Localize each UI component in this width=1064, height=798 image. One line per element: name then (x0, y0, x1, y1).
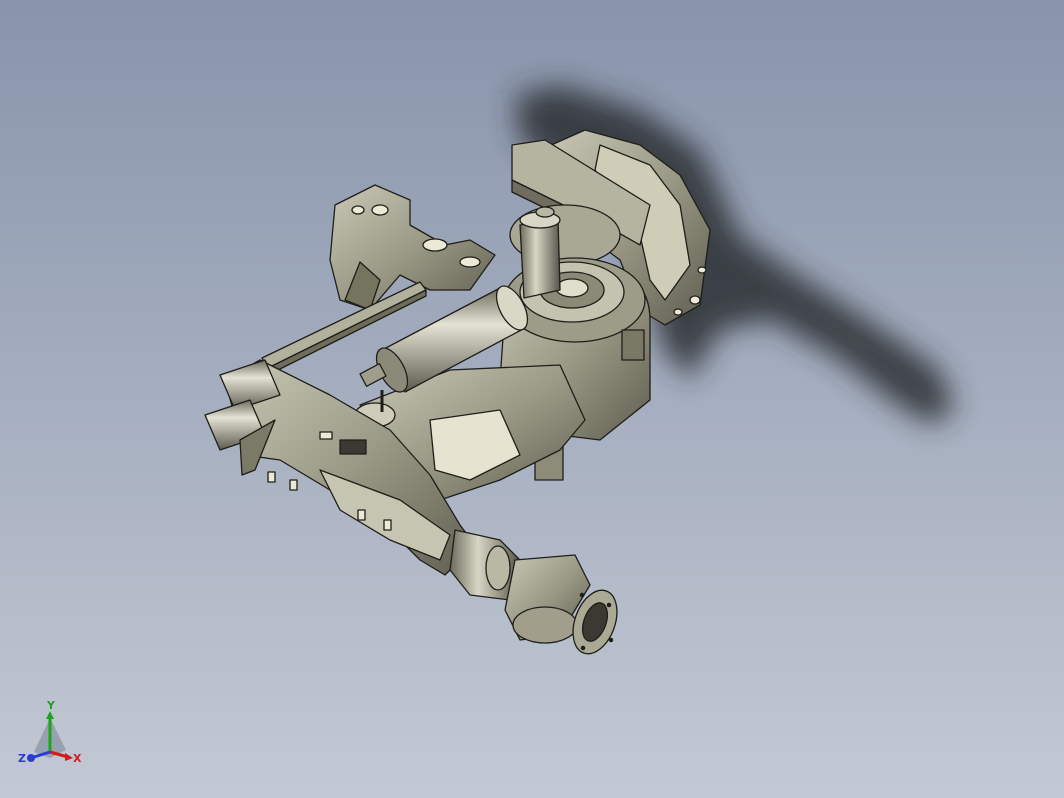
y-axis-label: Y (46, 700, 56, 712)
axis-motor-post[interactable] (519, 206, 561, 299)
z-axis-arrowhead (27, 754, 35, 762)
y-axis-arrowhead (46, 711, 54, 719)
robot-arm-model[interactable] (204, 129, 711, 660)
wrist-assembly[interactable] (449, 529, 591, 644)
z-axis-label: Z (18, 752, 26, 765)
x-axis-arrowhead (65, 753, 73, 761)
graphics-viewport[interactable]: Y X Z (0, 0, 1064, 798)
x-axis-label: X (73, 752, 82, 765)
view-orientation-triad[interactable]: Y X Z (18, 700, 88, 770)
cad-model-scene[interactable] (0, 0, 1064, 798)
